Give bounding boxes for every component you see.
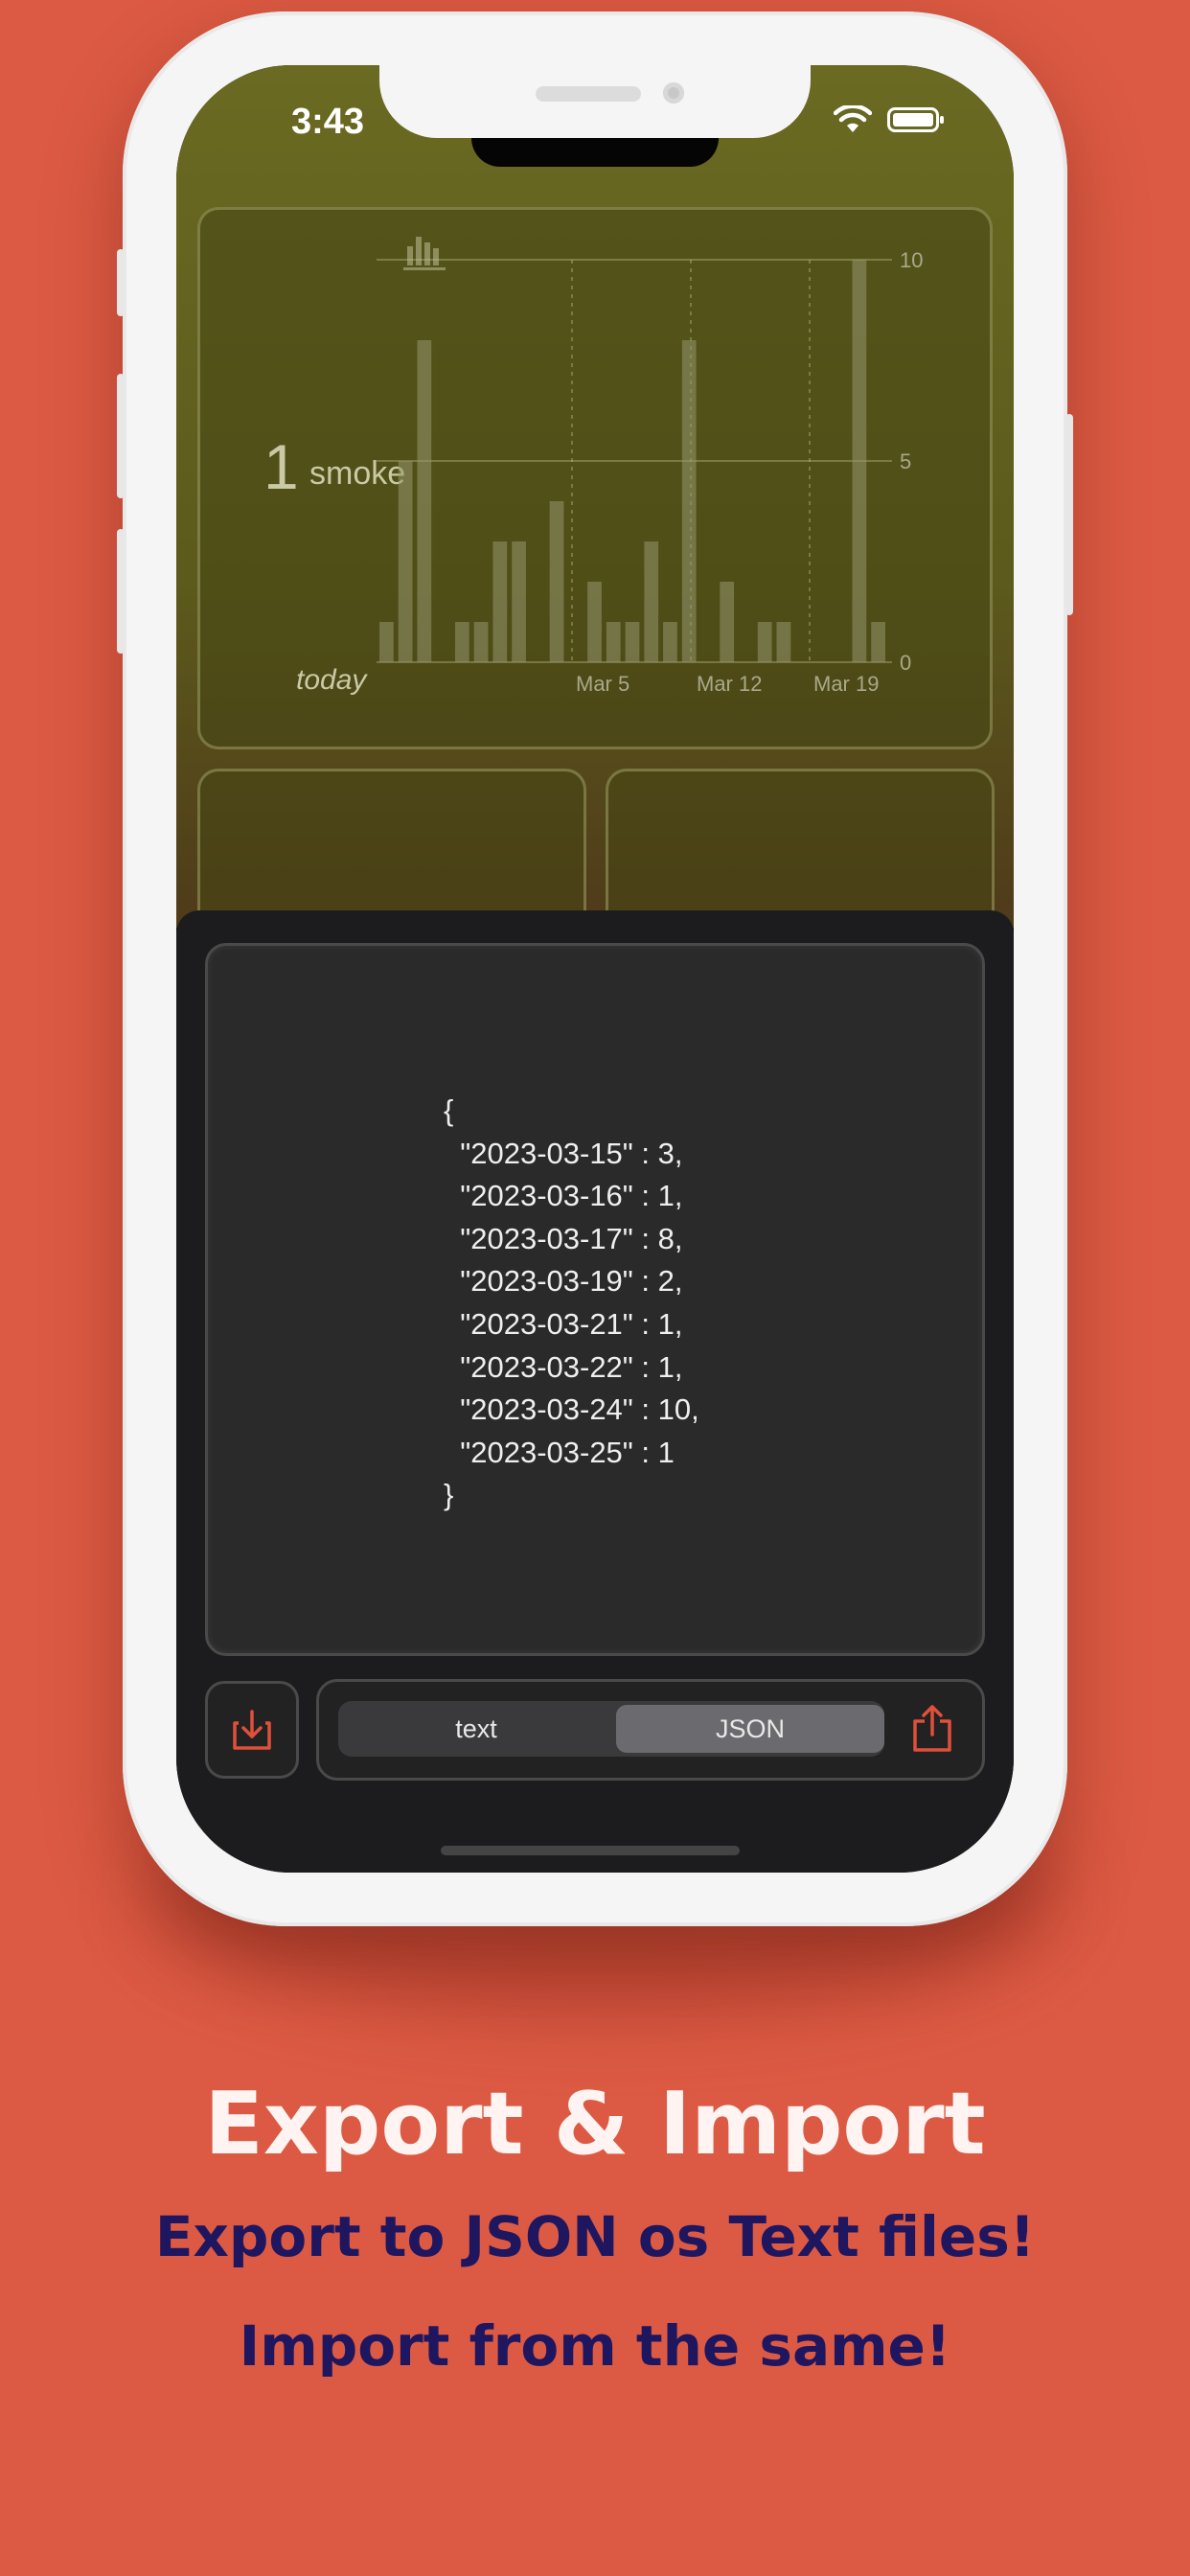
y-tick-label: 0 bbox=[900, 651, 911, 675]
wifi-icon bbox=[834, 105, 872, 132]
x-tick-label: Mar 12 bbox=[697, 672, 762, 696]
chart-bar bbox=[681, 340, 697, 662]
chart-bar bbox=[379, 622, 394, 662]
chart-bar bbox=[549, 501, 564, 662]
chart-bar bbox=[720, 582, 735, 662]
notch bbox=[379, 65, 811, 138]
promo-title: Export & Import bbox=[204, 2074, 986, 2174]
json-content: { "2023-03-15" : 3, "2023-03-16" : 1, "2… bbox=[444, 1093, 699, 1512]
power-button bbox=[1065, 414, 1073, 615]
phone-frame: 3:43 1 smoke today 10 5 0 Mar 5 Mar 12 M… bbox=[117, 12, 1073, 1926]
chart-plot: 10 5 0 Mar 5 Mar 12 Mar 19 bbox=[377, 248, 923, 696]
export-sheet: { "2023-03-15" : 3, "2023-03-16" : 1, "2… bbox=[176, 910, 1014, 1873]
battery-icon bbox=[887, 107, 944, 132]
import-icon bbox=[233, 1710, 271, 1750]
promo-subtitle-import: Import from the same! bbox=[239, 2313, 951, 2379]
chart-bar bbox=[644, 541, 659, 662]
front-camera bbox=[663, 82, 684, 104]
share-icon bbox=[913, 1705, 951, 1752]
speaker-grille bbox=[536, 86, 641, 102]
stats-widget[interactable]: 1 smoke today 10 5 0 Mar 5 Mar 12 Mar 19 bbox=[197, 207, 993, 749]
chart-bar bbox=[587, 582, 602, 662]
phone-screen: 3:43 1 smoke today 10 5 0 Mar 5 Mar 12 M… bbox=[176, 65, 1014, 1873]
x-tick-label: Mar 19 bbox=[813, 672, 879, 696]
chart-bar bbox=[606, 622, 621, 662]
format-option-text[interactable]: text bbox=[342, 1705, 610, 1753]
chart-bar bbox=[757, 622, 772, 662]
chart-bar bbox=[776, 622, 791, 662]
notch-shadow bbox=[471, 138, 719, 167]
chart-bar bbox=[473, 622, 489, 662]
y-tick-label: 5 bbox=[900, 449, 911, 473]
import-button[interactable] bbox=[205, 1681, 299, 1779]
export-controls: text JSON bbox=[316, 1679, 985, 1781]
chart-bar bbox=[398, 461, 413, 662]
chart-bar bbox=[512, 541, 526, 662]
usage-bar-chart: 10 5 0 Mar 5 Mar 12 Mar 19 bbox=[377, 248, 923, 696]
status-time: 3:43 bbox=[291, 102, 365, 142]
share-button[interactable] bbox=[900, 1697, 965, 1760]
chart-bar bbox=[492, 541, 508, 662]
chart-bar bbox=[625, 622, 640, 662]
y-tick-label: 10 bbox=[900, 248, 923, 272]
chart-bar bbox=[454, 622, 469, 662]
volume-up-button bbox=[117, 374, 125, 498]
format-option-json[interactable]: JSON bbox=[616, 1705, 884, 1753]
format-picker[interactable]: text JSON bbox=[338, 1701, 884, 1757]
chart-bar bbox=[417, 340, 432, 662]
chart-bar bbox=[871, 622, 885, 662]
mute-switch bbox=[117, 249, 125, 316]
chart-bar bbox=[852, 260, 867, 662]
home-indicator[interactable] bbox=[441, 1846, 740, 1855]
x-tick-label: Mar 5 bbox=[576, 672, 629, 696]
chart-bar bbox=[663, 622, 677, 662]
promo-subtitle-export: Export to JSON os Text files! bbox=[154, 2204, 1036, 2269]
json-preview[interactable]: { "2023-03-15" : 3, "2023-03-16" : 1, "2… bbox=[205, 943, 985, 1656]
status-icons bbox=[834, 105, 944, 134]
volume-down-button bbox=[117, 529, 125, 654]
